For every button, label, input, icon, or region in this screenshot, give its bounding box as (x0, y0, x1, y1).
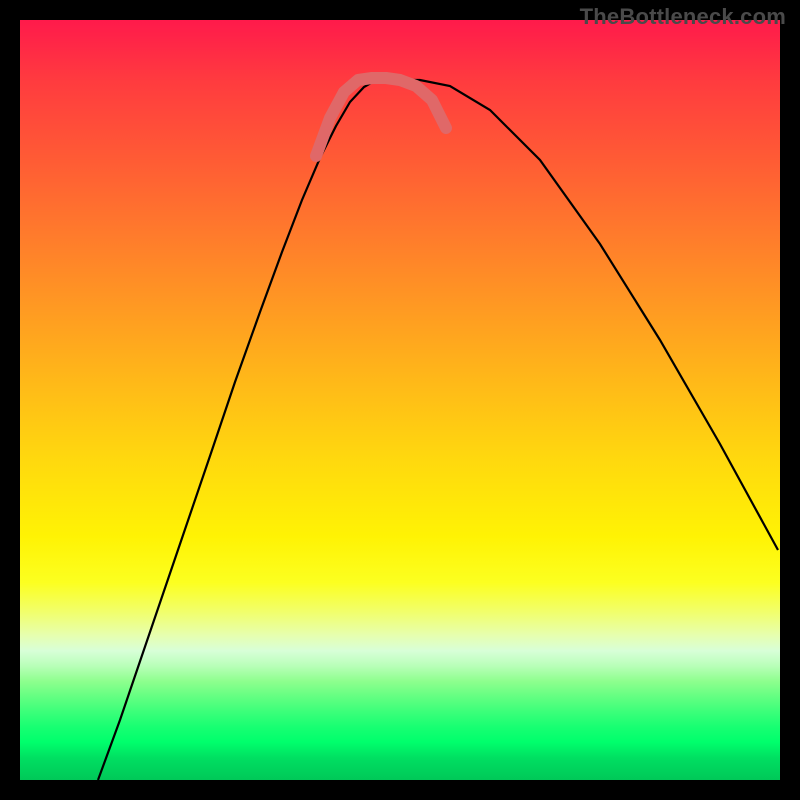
watermark-text: TheBottleneck.com (580, 4, 786, 30)
plot-area (20, 20, 780, 780)
bottleneck-curve (98, 80, 778, 780)
bottleneck-accent (316, 78, 446, 156)
bottleneck-curve-svg (20, 20, 780, 780)
chart-frame: TheBottleneck.com (0, 0, 800, 800)
